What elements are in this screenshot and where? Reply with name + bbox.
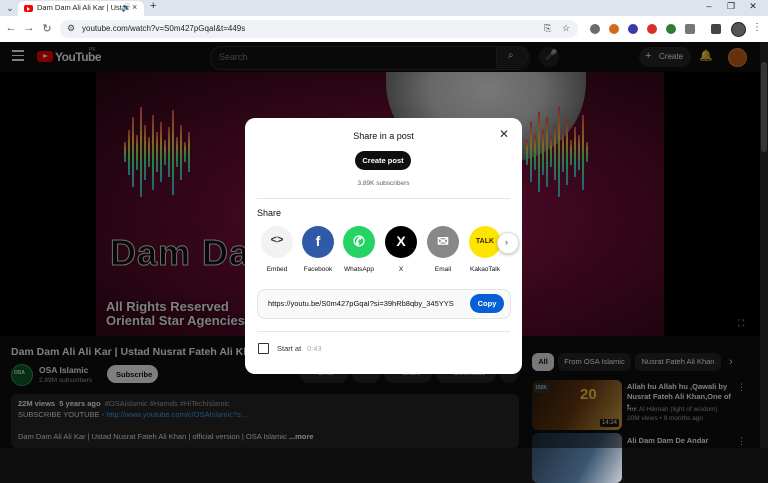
tab-audio-icon[interactable]: 🔊 [121, 3, 131, 12]
extension-icon[interactable] [609, 24, 619, 34]
share-dialog: Share in a post ✕ Create post 3.89K subs… [245, 118, 522, 374]
share-target-label: WhatsApp [344, 266, 374, 273]
share-url[interactable]: https://youtu.be/S0m427pGqaI?si=39hRb8qb… [268, 299, 454, 308]
browser-profile-avatar[interactable] [731, 22, 746, 37]
share-whatsapp[interactable]: ✆ WhatsApp [339, 226, 379, 273]
tab-search-icon[interactable]: ⌄ [4, 2, 16, 14]
tab-title: Dam Dam Ali Ali Kar | Ustad [37, 3, 129, 12]
share-x[interactable]: X X [381, 226, 421, 273]
close-window-icon[interactable]: ✕ [746, 1, 760, 12]
divider [257, 198, 510, 199]
facebook-icon: f [302, 226, 334, 258]
tab-close-icon[interactable]: × [132, 2, 137, 12]
address-bar[interactable]: ⚙ youtube.com/watch?v=S0m427pGqaI&t=449s… [60, 20, 578, 38]
embed-icon: <> [261, 226, 293, 258]
email-icon: ✉ [427, 226, 459, 258]
share-heading: Share [257, 208, 282, 218]
extension-icon[interactable] [647, 24, 657, 34]
reload-icon[interactable]: ↻ [40, 22, 54, 35]
maximize-icon[interactable]: ❐ [724, 1, 738, 12]
browser-menu-icon[interactable]: ⋮ [752, 22, 762, 33]
site-info-icon[interactable]: ⚙ [67, 23, 75, 34]
browser-tab[interactable]: Dam Dam Ali Ali Kar | Ustad 🔊 × [18, 1, 144, 16]
share-email[interactable]: ✉ Email [423, 226, 463, 273]
create-post-button[interactable]: Create post [355, 151, 411, 170]
share-target-label: KakaoTalk [470, 266, 500, 273]
share-embed[interactable]: <> Embed [257, 226, 297, 273]
copy-button[interactable]: Copy [470, 294, 504, 313]
dialog-title: Share in a post [353, 131, 414, 141]
share-target-label: Facebook [303, 266, 333, 273]
extension-icon[interactable] [590, 24, 600, 34]
share-target-label: X [398, 266, 404, 273]
browser-toolbar: ← → ↻ ⚙ youtube.com/watch?v=S0m427pGqaI&… [0, 16, 768, 43]
new-tab-button[interactable]: + [150, 0, 156, 12]
install-app-icon[interactable]: ⎘ [544, 23, 551, 34]
start-at-time-input[interactable]: 0:43 [307, 344, 322, 353]
share-next-button[interactable]: › [497, 232, 519, 254]
start-at-label: Start at [277, 344, 302, 353]
browser-tab-bar: ⌄ Dam Dam Ali Ali Kar | Ustad 🔊 × + – ❐ … [0, 0, 768, 16]
extension-icon[interactable] [666, 24, 676, 34]
create-post-label: Create post [362, 156, 404, 165]
start-at-checkbox[interactable] [258, 343, 269, 354]
share-target-label: Embed [266, 266, 288, 273]
forward-icon[interactable]: → [22, 22, 36, 34]
divider [257, 331, 510, 332]
extensions-puzzle-icon[interactable] [685, 24, 695, 34]
extension-icon[interactable] [628, 24, 638, 34]
youtube-favicon-icon [24, 5, 33, 12]
x-icon: X [385, 226, 417, 258]
share-url-field[interactable]: https://youtu.be/S0m427pGqaI?si=39hRb8qb… [257, 289, 511, 319]
chevron-right-icon: › [505, 237, 508, 247]
media-control-icon[interactable] [711, 24, 721, 34]
close-icon[interactable]: ✕ [499, 127, 509, 141]
minimize-icon[interactable]: – [702, 1, 716, 11]
share-facebook[interactable]: f Facebook [298, 226, 338, 273]
share-target-label: Email [434, 266, 452, 273]
copy-label: Copy [477, 299, 497, 308]
url-text[interactable]: youtube.com/watch?v=S0m427pGqaI&t=449s [82, 24, 245, 33]
back-icon[interactable]: ← [4, 22, 18, 34]
bookmark-star-icon[interactable]: ☆ [562, 23, 570, 34]
whatsapp-icon: ✆ [343, 226, 375, 258]
post-subscribers: 3.89K subscribers [357, 180, 410, 187]
